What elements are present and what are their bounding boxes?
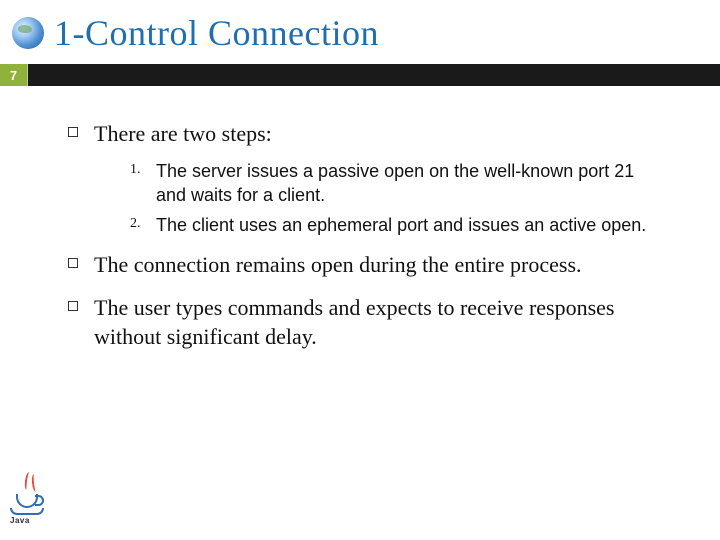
- bullet-item: There are two steps:: [68, 120, 660, 149]
- slide: 1-Control Connection 7 There are two ste…: [0, 0, 720, 540]
- numbered-label: 2.: [130, 213, 156, 237]
- numbered-label: 1.: [130, 159, 156, 208]
- java-steam-icon: [25, 472, 37, 494]
- bullet-text: There are two steps:: [94, 120, 272, 149]
- slide-title: 1-Control Connection: [54, 12, 379, 54]
- java-logo-text: Java: [10, 516, 30, 525]
- slide-header: 1-Control Connection: [0, 0, 720, 60]
- slide-body: There are two steps: 1. The server issue…: [0, 86, 720, 351]
- bullet-text: The user types commands and expects to r…: [94, 294, 660, 351]
- numbered-text: The server issues a passive open on the …: [156, 159, 660, 208]
- square-bullet-icon: [68, 301, 78, 311]
- numbered-item: 1. The server issues a passive open on t…: [130, 159, 660, 208]
- java-saucer-icon: [10, 508, 44, 515]
- square-bullet-icon: [68, 258, 78, 268]
- page-number-badge: 7: [0, 64, 28, 86]
- bullet-text: The connection remains open during the e…: [94, 251, 582, 280]
- square-bullet-icon: [68, 127, 78, 137]
- numbered-text: The client uses an ephemeral port and is…: [156, 213, 646, 237]
- bullet-item: The connection remains open during the e…: [68, 251, 660, 280]
- globe-icon: [12, 17, 44, 49]
- header-bar: 7: [0, 64, 720, 86]
- numbered-item: 2. The client uses an ephemeral port and…: [130, 213, 660, 237]
- numbered-list: 1. The server issues a passive open on t…: [130, 159, 660, 238]
- java-logo-icon: Java: [10, 472, 50, 528]
- java-cup-icon: [16, 494, 38, 508]
- header-bar-fill: [28, 64, 720, 86]
- bullet-item: The user types commands and expects to r…: [68, 294, 660, 351]
